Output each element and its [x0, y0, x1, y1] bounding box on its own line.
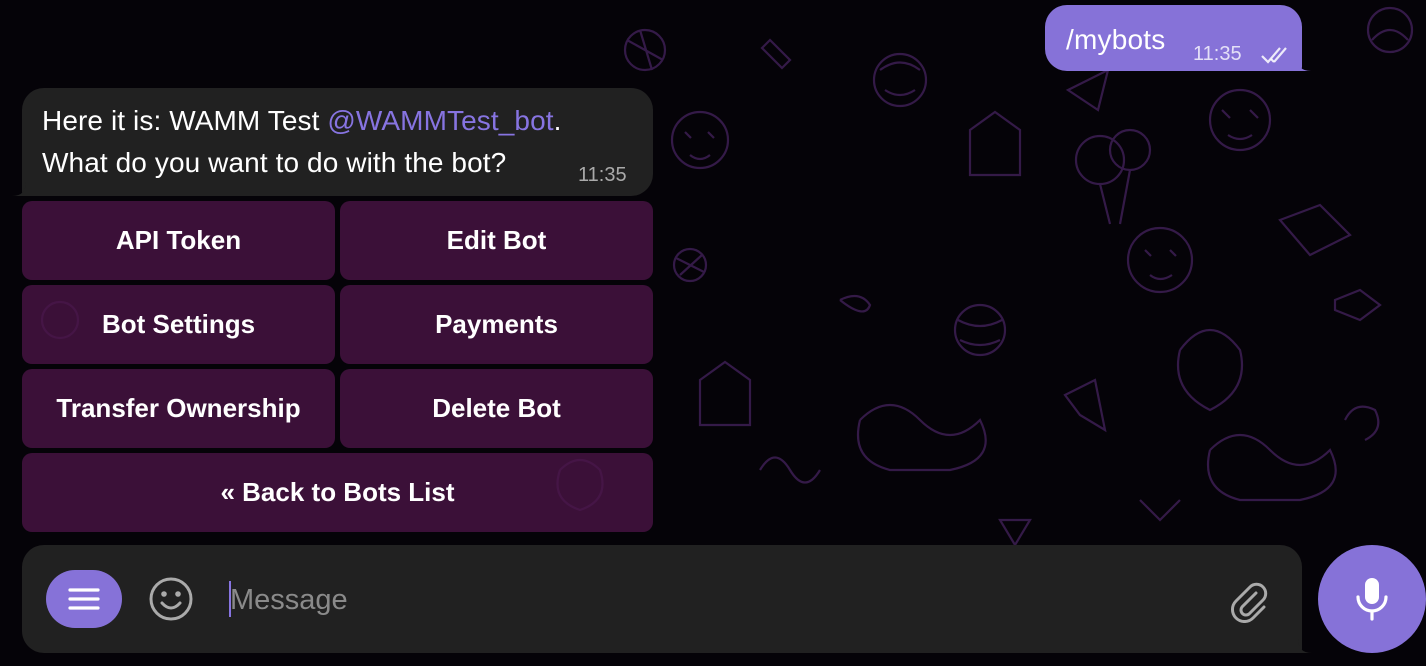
bot-menu-button[interactable] — [46, 570, 122, 628]
paperclip-icon[interactable] — [1226, 579, 1270, 623]
api-token-button[interactable]: API Token — [22, 201, 335, 280]
payments-button[interactable]: Payments — [340, 285, 653, 364]
incoming-message[interactable]: Here it is: WAMM Test @WAMMTest_bot. Wha… — [12, 88, 653, 196]
double-check-icon — [1261, 47, 1287, 64]
microphone-icon — [1356, 578, 1388, 621]
smile-icon[interactable] — [148, 576, 194, 622]
message-time: 11:35 — [1193, 43, 1242, 65]
composer-tail — [1298, 639, 1312, 653]
delete-bot-button[interactable]: Delete Bot — [340, 369, 653, 448]
message-text: /mybots — [1066, 24, 1166, 55]
message-text: Here it is: WAMM Test @WAMMTest_bot. Wha… — [42, 100, 562, 184]
bubble-tail — [12, 182, 26, 196]
outgoing-message[interactable]: /mybots 11:35 — [1045, 5, 1311, 71]
bubble-tail — [1297, 57, 1311, 71]
edit-bot-button[interactable]: Edit Bot — [340, 201, 653, 280]
message-line-1-prefix: Here it is: WAMM Test — [42, 105, 328, 136]
back-to-bots-list-button[interactable]: « Back to Bots List — [22, 453, 653, 532]
message-line-1-suffix: . — [553, 105, 562, 136]
transfer-ownership-button[interactable]: Transfer Ownership — [22, 369, 335, 448]
bot-settings-button[interactable]: Bot Settings — [22, 285, 335, 364]
bot-mention-link[interactable]: @WAMMTest_bot — [327, 105, 553, 136]
menu-icon — [68, 588, 100, 610]
message-line-2: What do you want to do with the bot? — [42, 147, 507, 178]
message-input[interactable] — [228, 575, 1212, 625]
message-composer — [22, 545, 1312, 653]
voice-record-button[interactable] — [1318, 545, 1426, 653]
message-time: 11:35 — [578, 164, 627, 186]
